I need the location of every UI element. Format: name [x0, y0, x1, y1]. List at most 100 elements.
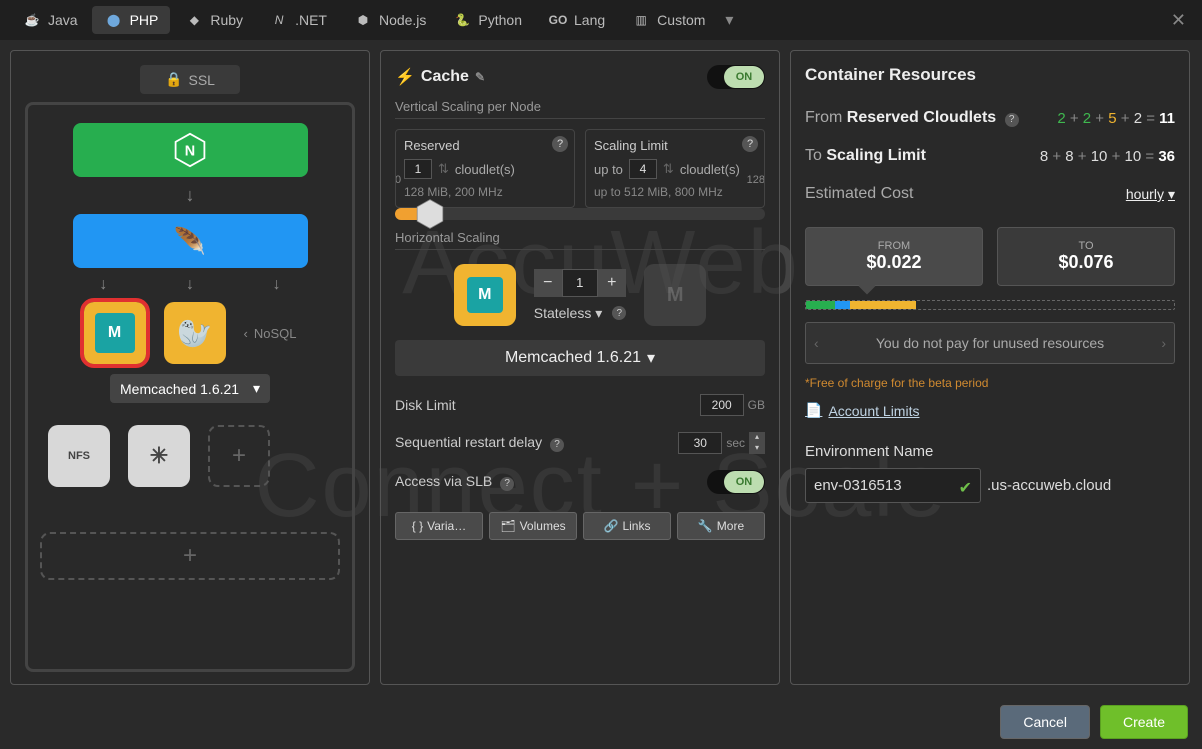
help-icon[interactable]: ? — [742, 136, 758, 152]
storage-node-nfs[interactable]: NFS — [48, 425, 110, 487]
tab-custom[interactable]: ▥Custom — [619, 6, 717, 34]
beta-notice: *Free of charge for the beta period — [805, 376, 1175, 390]
cancel-button[interactable]: Cancel — [1000, 705, 1090, 739]
delay-stepper[interactable]: ▴▾ — [749, 432, 765, 454]
info-banner: ‹ You do not pay for unused resources › — [805, 322, 1175, 364]
cache-node-memcached[interactable]: M — [84, 302, 146, 364]
restart-delay-input[interactable] — [678, 432, 722, 454]
help-icon[interactable]: ? — [552, 136, 568, 152]
tab-php[interactable]: ⬤PHP — [92, 6, 171, 34]
help-icon[interactable]: ? — [500, 477, 514, 491]
stepper-icon[interactable]: ⇅ — [663, 161, 674, 177]
arrow-down-icon: ↓ — [186, 276, 194, 294]
app-server-node[interactable]: 🪶 — [73, 214, 308, 268]
cache-section-title: ⚡ Cache ✎ — [395, 67, 485, 87]
create-button[interactable]: Create — [1100, 705, 1188, 739]
tab-nodejs[interactable]: ⬢Node.js — [341, 6, 438, 34]
java-icon: ☕ — [22, 12, 42, 28]
reserved-input[interactable] — [404, 159, 432, 179]
volumes-button[interactable]: 🗂Volumes — [489, 512, 577, 540]
stepper-icon[interactable]: ⇅ — [438, 161, 449, 177]
db-node[interactable]: 🦭 — [164, 302, 226, 364]
nginx-icon: N — [172, 132, 208, 168]
restart-delay-label: Sequential restart delay ? — [395, 434, 564, 452]
decrease-button[interactable]: − — [534, 269, 562, 297]
add-layer-button[interactable]: + — [40, 532, 340, 580]
slider-thumb-icon[interactable] — [414, 198, 446, 230]
node-count-input[interactable] — [562, 269, 598, 297]
wrench-icon: 🔧 — [698, 519, 713, 533]
custom-icon: ▥ — [631, 12, 651, 28]
limit-input[interactable] — [629, 159, 657, 179]
links-button[interactable]: 🔗Links — [583, 512, 671, 540]
arrow-down-icon: ↓ — [273, 276, 281, 294]
tab-java[interactable]: ☕Java — [10, 6, 90, 34]
storage-node-extra[interactable]: ✳ — [128, 425, 190, 487]
edit-icon[interactable]: ✎ — [475, 70, 485, 84]
cost-period-toggle[interactable]: hourly ▾ — [1126, 186, 1175, 203]
tab-dotnet[interactable]: N.NET — [257, 6, 339, 34]
ssl-toggle[interactable]: 🔒 SSL — [140, 65, 240, 94]
to-limit-label: To Scaling Limit — [805, 147, 926, 165]
from-cloudlets-label: From Reserved Cloudlets ? — [805, 109, 1019, 127]
resources-title: Container Resources — [805, 65, 1175, 85]
cost-to-box: TO $0.076 — [997, 227, 1175, 286]
tab-options-caret[interactable]: ▾ — [725, 10, 733, 30]
env-name-label: Environment Name — [805, 443, 1175, 460]
cloudlet-slider[interactable] — [395, 208, 765, 220]
lock-icon: 🔒 — [165, 71, 182, 88]
check-icon: ✔ — [959, 478, 972, 498]
dotnet-icon: N — [269, 12, 289, 28]
extension-icon: ✳ — [150, 443, 168, 469]
link-icon: 🔗 — [604, 519, 619, 533]
cost-from-box: FROM $0.022 — [805, 227, 983, 286]
tab-go[interactable]: GOLang — [536, 6, 617, 34]
bolt-icon: ⚡ — [395, 67, 415, 87]
node-version-select[interactable]: Memcached 1.6.21 ▾ — [395, 340, 765, 376]
hscale-node-placeholder: M — [644, 264, 706, 326]
slb-label: Access via SLB ? — [395, 473, 514, 491]
volumes-icon: 🗂 — [500, 519, 515, 533]
to-limit-calc: 8 + 8 + 10 + 10 = 36 — [1040, 148, 1175, 165]
slb-toggle[interactable]: ON — [707, 470, 765, 494]
ruby-icon: ◆ — [184, 12, 204, 28]
help-icon[interactable]: ? — [612, 306, 626, 320]
chevron-down-icon: ▾ — [595, 305, 602, 321]
add-storage-node[interactable]: + — [208, 425, 270, 487]
tab-python[interactable]: 🐍Python — [440, 6, 534, 34]
php-icon: ⬤ — [104, 12, 124, 28]
estimated-cost-label: Estimated Cost — [805, 185, 913, 203]
env-domain: .us-accuweb.cloud — [987, 477, 1111, 494]
tab-ruby[interactable]: ◆Ruby — [172, 6, 255, 34]
scaling-limit-box: Scaling Limit ? up to ⇅ cloudlet(s) up t… — [585, 129, 765, 208]
from-cloudlets-calc: 2 + 2 + 5 + 2 = 11 — [1057, 110, 1175, 127]
reserved-box: Reserved ? ⇅ cloudlet(s) 128 MiB, 200 MH… — [395, 129, 575, 208]
hscale-node-icon: M — [454, 264, 516, 326]
svg-text:N: N — [185, 143, 195, 159]
braces-icon: { } — [412, 519, 423, 533]
nosql-node[interactable]: ‹NoSQL — [244, 326, 297, 341]
help-icon[interactable]: ? — [1005, 113, 1019, 127]
topology-panel: 🔒 SSL N ↓ 🪶 ↓ ↓ ↓ M 🦭 ‹NoSQL Memcached 1 — [10, 50, 370, 685]
balancer-node[interactable]: N — [73, 123, 308, 177]
scaling-mode-select[interactable]: Stateless ▾ — [534, 305, 603, 322]
chevron-left-icon[interactable]: ‹ — [814, 335, 819, 351]
horizontal-scaling-header: Horizontal Scaling — [395, 230, 765, 250]
increase-button[interactable]: + — [598, 269, 626, 297]
more-button[interactable]: 🔧More — [677, 512, 765, 540]
chevron-right-icon[interactable]: › — [1161, 335, 1166, 351]
env-name-input[interactable]: env-0316513 ✔ — [805, 468, 981, 503]
disk-limit-label: Disk Limit — [395, 397, 456, 413]
resources-panel: Container Resources From Reserved Cloudl… — [790, 50, 1190, 685]
memcached-version-select[interactable]: Memcached 1.6.21 ▾ — [110, 374, 270, 403]
document-icon: 📄 — [805, 402, 822, 419]
python-icon: 🐍 — [452, 12, 472, 28]
nodejs-icon: ⬢ — [353, 12, 373, 28]
settings-panel: ⚡ Cache ✎ ON Vertical Scaling per Node R… — [380, 50, 780, 685]
close-icon[interactable]: ✕ — [1165, 10, 1192, 31]
cache-toggle[interactable]: ON — [707, 65, 765, 89]
variables-button[interactable]: { }Varia… — [395, 512, 483, 540]
disk-limit-input[interactable] — [700, 394, 744, 416]
help-icon[interactable]: ? — [550, 438, 564, 452]
account-limits-link[interactable]: 📄 Account Limits — [805, 402, 1175, 419]
